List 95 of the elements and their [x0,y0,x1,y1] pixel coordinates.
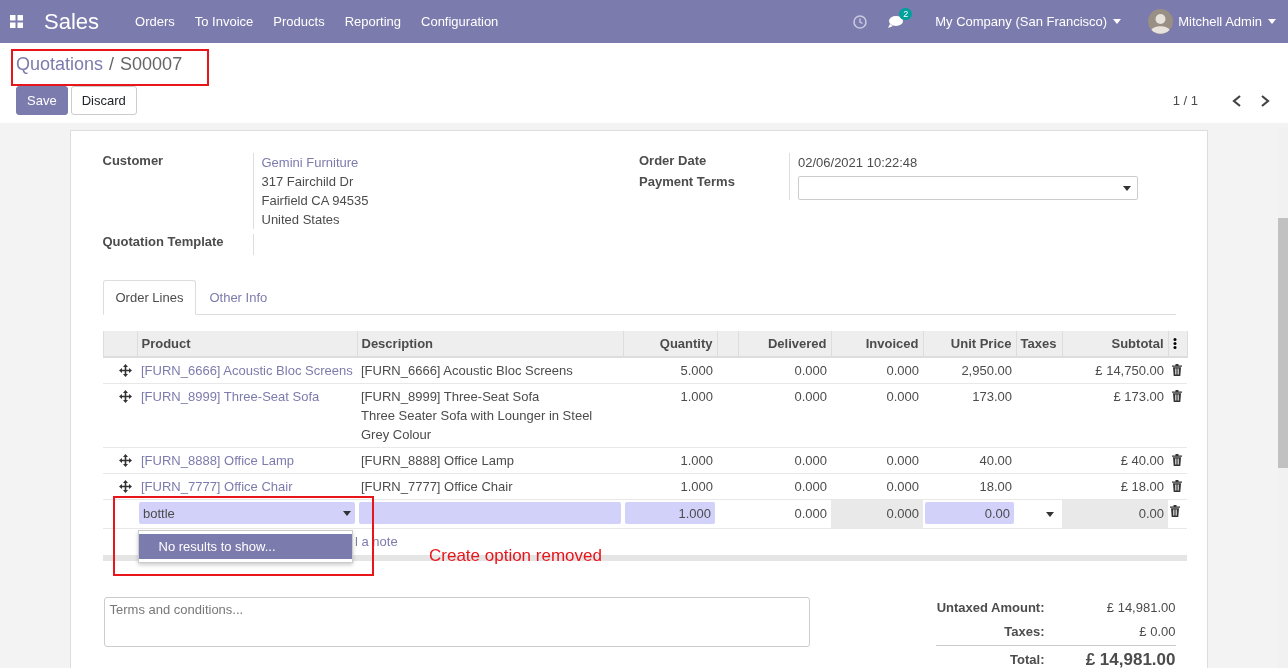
save-button[interactable]: Save [16,86,68,115]
column-header[interactable]: Product [137,331,357,357]
column-header[interactable]: Delivered [738,331,831,357]
breadcrumb-separator: / [109,54,115,75]
table-cell: [FURN_7777] Office Chair [357,473,623,500]
total-value: £ 14,981.00 [1084,645,1176,668]
table-cell-text: 0.000 [885,505,920,523]
column-header[interactable]: Invoiced [831,331,923,357]
table-cell: 18.00 [923,473,1016,500]
column-header[interactable]: Quantity [623,331,717,357]
total-value: £ 0.00 [1138,623,1176,641]
trash-icon[interactable] [1172,480,1182,492]
field-label: Payment Terms [639,174,736,191]
field-label: Customer [102,153,165,170]
select-field[interactable] [798,176,1138,200]
app-title: Sales [44,8,100,35]
message-count-badge: 2 [899,7,913,20]
product-link[interactable]: [FURN_8999] Three-Seat Sofa [141,389,320,404]
table-cell: £ 14,750.00 [1062,357,1168,384]
table-cell-text: 0.00 [1137,505,1165,523]
field-label: Order Date [639,153,708,170]
column-header[interactable]: Description [357,331,623,357]
product-link[interactable]: [FURN_8888] Office Lamp [141,453,294,468]
caret-icon [1123,185,1131,191]
total-value: £ 14,981.00 [1105,599,1176,617]
trash-icon[interactable] [1172,364,1182,376]
table-cell: £ 173.00 [1062,383,1168,448]
quantity-input[interactable]: 1.000 [625,502,715,524]
drag-handle-icon[interactable] [119,364,132,377]
drag-handle-icon[interactable] [119,390,132,403]
table-cell: 173.00 [923,383,1016,448]
tab[interactable]: Other Info [196,280,281,315]
field-value: 02/06/2021 10:22:48 [798,154,919,172]
column-header[interactable]: Unit Price [923,331,1016,357]
menu-item[interactable]: Orders [125,14,185,29]
column-options-icon[interactable] [1172,338,1177,349]
apps-menu-icon[interactable] [10,15,23,28]
table-cell: 0.000 [738,357,831,384]
product-input[interactable]: bottle [139,502,355,524]
table-cell: 2,950.00 [923,357,1016,384]
tab[interactable]: Order Lines [102,280,197,315]
field-label: Quotation Template [102,234,225,251]
drag-handle-icon[interactable] [119,454,132,467]
column-header[interactable]: Subtotal [1062,331,1168,357]
chat-icon[interactable] [887,14,904,29]
breadcrumb-link[interactable]: Quotations [16,54,104,75]
caret-icon [1268,19,1276,24]
customer-link[interactable]: Gemini Furniture [261,153,632,172]
drag-handle-icon[interactable] [119,480,132,493]
menu-item[interactable]: Configuration [411,14,509,29]
trash-icon[interactable] [1170,505,1180,517]
menu-item[interactable]: Reporting [334,14,411,29]
table-cell: 40.00 [923,447,1016,474]
table-cell: 1.000 [623,447,717,474]
annotation-text: Create option removed [429,546,602,566]
company-switcher[interactable]: My Company (San Francisco) [935,14,1122,29]
terms-field[interactable]: Terms and conditions... [103,597,810,647]
table-cell: 0.000 [738,473,831,500]
caret-icon [343,510,351,516]
column-header[interactable]: Taxes [1016,331,1062,357]
address-line: 317 Fairchild Dr [261,173,355,191]
unit-price-input[interactable]: 0.00 [925,502,1014,524]
table-cell: 1.000 [623,473,717,500]
trash-icon[interactable] [1172,454,1182,466]
product-link[interactable]: [FURN_6666] Acoustic Bloc Screens [141,363,353,378]
total-label: Untaxed Amount: [935,599,1046,617]
product-link[interactable]: [FURN_7777] Office Chair [141,479,293,494]
table-cell: 1.000 [623,383,717,448]
menu-item[interactable]: To Invoice [184,14,264,29]
dropdown-item[interactable]: No results to show... [138,534,352,559]
table-cell: 0.000 [738,383,831,448]
table-cell: 0.000 [831,447,923,474]
table-cell: [FURN_6666] Acoustic Bloc Screens [357,357,623,384]
user-menu[interactable]: Mitchell Admin [1178,14,1262,29]
menu-item[interactable]: Products [263,14,335,29]
address-line: Fairfield CA 94535 [261,192,370,210]
table-cell-text: 0.000 [793,505,828,523]
table-cell: £ 40.00 [1062,447,1168,474]
table-cell: 0.000 [738,447,831,474]
table-cell: 0.000 [831,357,923,384]
breadcrumb-current: S00007 [120,54,183,75]
table-cell: [FURN_8888] Office Lamp [357,447,623,474]
table-cell: [FURN_8999] Three-Seat Sofa Three Seater Sofa with Lounger in Steel Grey Colour [357,383,623,448]
caret-icon [1113,19,1122,24]
discard-button[interactable]: Discard [70,86,137,115]
trash-icon[interactable] [1172,390,1182,402]
table-cell: 0.000 [831,383,923,448]
pager-text: 1 / 1 [1172,93,1198,108]
total-label: Taxes: [1003,623,1046,641]
total-label: Total: [935,645,1085,668]
address-line: United States [261,211,341,229]
user-avatar-icon[interactable] [1148,9,1174,34]
table-cell: 5.000 [623,357,717,384]
caret-icon [1046,511,1054,517]
description-input[interactable] [359,502,621,524]
